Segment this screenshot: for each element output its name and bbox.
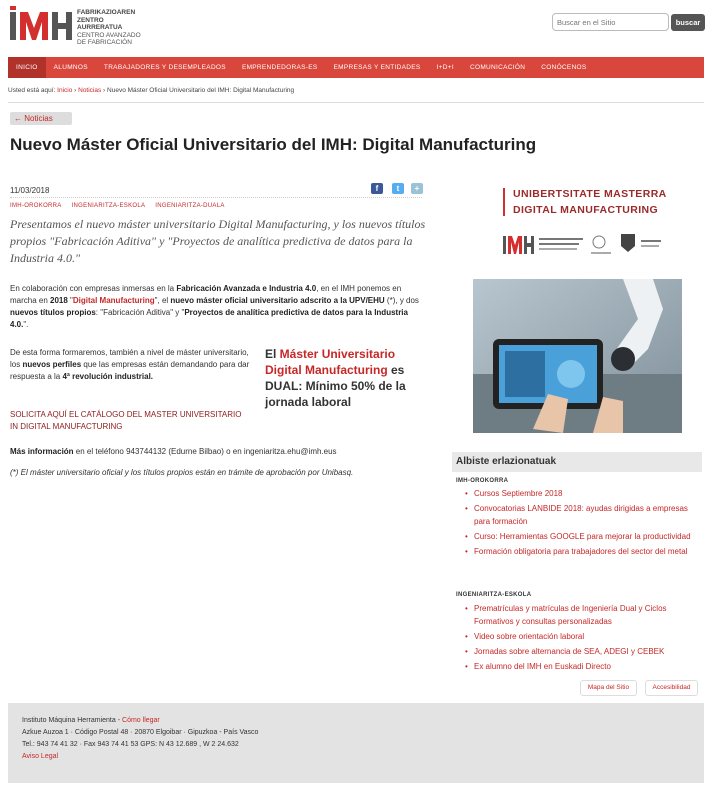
catalog-request-link[interactable]: SOLICITA AQUÍ EL CATÁLOGO DEL MASTER UNI… [10,409,250,433]
related-link[interactable]: Convocatorias LANBIDE 2018: ayudas dirig… [465,502,705,528]
breadcrumb-prefix: Usted está aquí: [8,87,56,94]
tag-link[interactable]: IMH-OROKORRA [10,203,62,209]
related-link[interactable]: Curso: Herramientas GOOGLE para mejorar … [465,530,705,543]
share-icon[interactable]: + [411,183,423,194]
related-link[interactable]: Cursos Septiembre 2018 [465,487,705,500]
article-footnote: (*) El máster universitario oficial y lo… [10,468,354,477]
related-list: Prematrículas y matrículas de Ingeniería… [465,602,705,673]
banner-line: DIGITAL MANUFACTURING [513,204,659,216]
footer-address: Azkue Auzoa 1 · Código Postal 48 · 20870… [22,729,259,736]
banner-line: UNIBERTSITATE MASTERRA [513,188,667,200]
main-nav: INICIO ALUMNOS TRABAJADORES Y DESEMPLEAD… [8,57,704,78]
page-title: Nuevo Máster Oficial Universitario del I… [10,135,537,154]
related-link[interactable]: Video sobre orientación laboral [465,630,705,643]
back-link-label: Noticias [24,114,53,123]
article-date: 11/03/2018 [10,186,50,195]
nav-item-idi[interactable]: I+D+I [429,57,462,78]
tag-link[interactable]: INGENIARITZA-DUALA [155,203,224,209]
nav-item-trabajadores[interactable]: TRABAJADORES Y DESEMPLEADOS [96,57,234,78]
logo-line: DE FABRICACIÓN [77,39,132,46]
breadcrumb: Usted está aquí: Inicio › Noticias › Nue… [8,87,295,94]
digital-manufacturing-photo [473,279,682,433]
footer-contact: Tel.: 943 74 41 32 · Fax 943 74 41 53 GP… [22,741,239,748]
breadcrumb-current: Nuevo Máster Oficial Universitario del I… [107,87,295,94]
tag-link[interactable]: INGENIARITZA-ESKOLA [72,203,146,209]
related-list: Cursos Septiembre 2018 Convocatorias LAN… [465,487,705,558]
text-bold: nuevos perfiles [22,360,82,369]
article-paragraph: Más información en el teléfono 943744132… [10,446,422,458]
accessibility-link[interactable]: Accesibilidad [645,680,698,696]
breadcrumb-home[interactable]: Inicio [57,87,72,94]
related-link[interactable]: Formación obligatoria para trabajadores … [465,545,705,558]
text: El [265,347,280,361]
text-red: Máster Universitario Digital Manufacturi… [265,347,396,377]
text: ", el [154,296,171,305]
text-bold: nuevos títulos propios [10,308,96,317]
text-bold: Fabricación Avanzada e Industria 4.0 [176,284,317,293]
related-link[interactable]: Jornadas sobre alternancia de SEA, ADEGI… [465,645,705,658]
site-header: FABRIKAZIOAREN ZENTRO AURRERATUA CENTRO … [0,0,712,52]
divider [8,102,704,103]
arrow-left-icon: ← [14,114,25,123]
logo-line: FABRIKAZIOAREN [77,9,136,16]
logo-line: ZENTRO AURRERATUA [77,16,123,32]
text: : "Fabricación Aditiva" y " [95,308,185,317]
footer-org: Instituto Máquina Herramienta [22,717,116,724]
imh-logo-mark [10,6,72,40]
related-link[interactable]: Ex alumno del IMH en Euskadi Directo [465,660,705,673]
logo-line: CENTRO AVANZADO [77,31,141,39]
divider [10,197,422,198]
text: En colaboración con empresas inmersas en… [10,284,177,293]
imh-logo[interactable]: FABRIKAZIOAREN ZENTRO AURRERATUA CENTRO … [10,6,150,46]
site-map-link[interactable]: Mapa del Sitio [580,680,637,696]
facebook-icon[interactable]: f [371,183,383,194]
back-to-news-link[interactable]: ← Noticias [10,112,72,125]
legal-notice-link[interactable]: Aviso Legal [22,751,704,763]
footer-org-line: Instituto Máquina Herramienta - Cómo lle… [22,715,704,727]
text-bold: 2018 [50,296,68,305]
search-input[interactable] [552,13,669,31]
digital-manufacturing-link[interactable]: Digital Manufacturing [73,296,155,305]
text-bold: 4ª revolución industrial. [62,372,154,381]
breadcrumb-section[interactable]: Noticias [78,87,101,94]
article-paragraph: De esta forma formaremos, también a nive… [10,347,258,383]
nav-item-alumnos[interactable]: ALUMNOS [46,57,96,78]
related-link[interactable]: Prematrículas y matrículas de Ingeniería… [465,602,705,628]
related-news-header: Albiste erlazionatuak [452,452,702,472]
related-section-label: INGENIARITZA-ESKOLA [456,592,532,598]
text-bold: nuevo máster oficial universitario adscr… [170,296,385,305]
article-paragraph: En colaboración con empresas inmersas en… [10,283,422,331]
article-tags: IMH-OROKORRA INGENIARITZA-ESKOLA INGENIA… [10,203,233,209]
article-lead: Presentamos el nuevo máster universitari… [10,217,426,265]
twitter-icon[interactable]: t [392,183,404,194]
nav-item-comunicacion[interactable]: COMUNICACIÓN [462,57,533,78]
how-to-get-link[interactable]: Cómo llegar [122,717,160,724]
nav-item-empresas[interactable]: EMPRESAS Y ENTIDADES [326,57,429,78]
banner-accent [503,188,505,216]
text: (*), y dos [384,296,419,305]
nav-item-conocenos[interactable]: CONÓCENOS [533,57,594,78]
site-footer: Instituto Máquina Herramienta - Cómo lle… [8,703,704,783]
nav-item-emprendedoras[interactable]: EMPRENDEDORAS-ES [234,57,326,78]
related-section-label: IMH-OROKORRA [456,478,509,484]
text-bold: Más información [10,447,74,456]
partner-logos [503,234,661,254]
nav-item-inicio[interactable]: INICIO [8,57,46,78]
text: en el teléfono 943744132 (Edurne Bilbao)… [73,447,337,456]
logo-text: FABRIKAZIOAREN ZENTRO AURRERATUA CENTRO … [77,9,150,47]
text: ". [23,320,29,329]
master-banner[interactable]: UNIBERTSITATE MASTERRA DIGITAL MANUFACTU… [473,180,679,266]
search-button[interactable]: buscar [671,14,705,31]
dual-callout: El Máster Universitario Digital Manufact… [265,346,425,410]
